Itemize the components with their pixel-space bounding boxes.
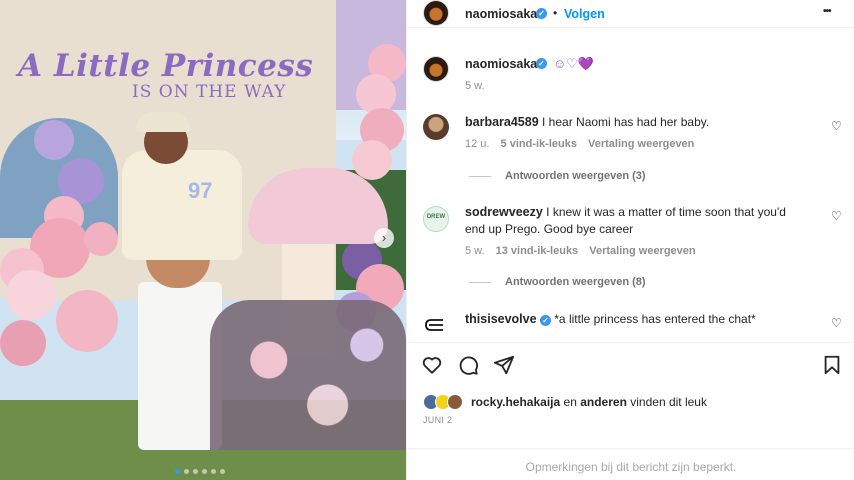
carousel-dot <box>202 469 207 474</box>
balloon <box>6 270 56 320</box>
comment-body: thisisevolve ✓ *a little princess has en… <box>465 311 756 328</box>
view-replies-label: Antwoorden weergeven (8) <box>505 276 646 288</box>
verified-icon: ✓ <box>536 58 547 69</box>
flower-arrangement <box>210 300 406 450</box>
likes-text: rocky.hehakaija en anderen vinden dit le… <box>471 395 707 409</box>
balloon <box>34 120 74 160</box>
likes-others[interactable]: anderen <box>580 395 627 409</box>
separator-dot: • <box>553 6 558 20</box>
carousel-dots <box>175 469 225 474</box>
post-header: naomiosaka ✓ • Volgen ••• <box>407 0 854 28</box>
comment-meta: 12 u. 5 vind-ik-leuks Vertaling weergeve… <box>465 138 694 150</box>
post-panel: naomiosaka ✓ • Volgen ••• naomiosaka ✓ ☺… <box>406 0 854 480</box>
follow-button[interactable]: Volgen <box>564 7 605 21</box>
caption-avatar[interactable] <box>423 56 449 82</box>
comment-avatar[interactable]: DREW <box>423 206 449 232</box>
balloon <box>0 320 46 366</box>
jersey-number: 97 <box>188 178 213 203</box>
caption-username[interactable]: naomiosaka <box>465 57 537 71</box>
comment-meta: 5 w. 13 vind-ik-leuks Vertaling weergeve… <box>465 245 696 257</box>
carousel-dot <box>193 469 198 474</box>
comment-body: barbara4589 I hear Naomi has had her bab… <box>465 114 709 131</box>
header-username[interactable]: naomiosaka <box>465 7 537 21</box>
comment-body: sodrewveezy I knew it was a matter of ti… <box>465 204 786 221</box>
comment-likes[interactable]: 5 vind-ik-leuks <box>501 138 577 150</box>
carousel-dot <box>211 469 216 474</box>
avatar-text: DREW <box>426 214 446 220</box>
carousel-dot <box>184 469 189 474</box>
view-replies-label: Antwoorden weergeven (3) <box>505 170 646 182</box>
comment-time[interactable]: 12 u. <box>465 138 489 150</box>
comment-avatar[interactable] <box>423 312 449 338</box>
more-options-icon[interactable]: ••• <box>823 6 831 17</box>
sign-line-1: A Little Princess <box>18 48 314 84</box>
person-cap <box>136 112 190 132</box>
carousel-dot <box>220 469 225 474</box>
comments-restricted-notice: Opmerkingen bij dit bericht zijn beperkt… <box>407 448 854 480</box>
translate-button[interactable]: Vertaling weergeven <box>589 245 695 257</box>
comment-text: *a little princess has entered the chat* <box>554 312 756 326</box>
reply-line <box>469 281 491 283</box>
balloon <box>352 140 392 180</box>
bookmark-icon[interactable] <box>821 354 843 376</box>
post-photo[interactable]: A Little Princess IS ON THE WAY 97 › <box>0 0 406 480</box>
view-replies-button[interactable]: Antwoorden weergeven (8) <box>469 276 646 288</box>
comment-like-icon[interactable]: ♡ <box>831 316 842 330</box>
comment-username[interactable]: sodrewveezy <box>465 205 543 219</box>
likes-suffix: vinden dit leuk <box>630 395 707 409</box>
likes-and: en <box>563 395 577 409</box>
share-icon[interactable] <box>493 354 515 376</box>
comment-text: I hear Naomi has had her baby. <box>542 115 710 129</box>
avatar[interactable] <box>423 0 449 26</box>
post-date[interactable]: JUNI 2 <box>423 415 452 425</box>
heart-icon[interactable] <box>421 354 443 376</box>
caption-time[interactable]: 5 w. <box>465 80 485 92</box>
evolve-logo-icon <box>425 319 443 331</box>
next-photo-button[interactable]: › <box>374 228 394 248</box>
comment-time[interactable]: 5 w. <box>465 245 485 257</box>
comment-avatar[interactable] <box>423 114 449 140</box>
likes-row: rocky.hehakaija en anderen vinden dit le… <box>423 394 843 412</box>
carousel-dot <box>175 469 180 474</box>
verified-icon: ✓ <box>539 315 551 326</box>
comment-text-line-2: end up Prego. Good bye career <box>465 222 634 236</box>
liker-username[interactable]: rocky.hehakaija <box>471 395 560 409</box>
comment-username[interactable]: thisisevolve <box>465 312 537 326</box>
balloon <box>84 222 118 256</box>
person-top <box>122 150 242 260</box>
reply-line <box>469 175 491 177</box>
comment-likes[interactable]: 13 vind-ik-leuks <box>496 245 579 257</box>
comment-like-icon[interactable]: ♡ <box>831 209 842 223</box>
comment-text: I knew it was a matter of time soon that… <box>546 205 786 219</box>
comment-like-icon[interactable]: ♡ <box>831 119 842 133</box>
translate-button[interactable]: Vertaling weergeven <box>588 138 694 150</box>
view-replies-button[interactable]: Antwoorden weergeven (3) <box>469 170 646 182</box>
comment-icon[interactable] <box>457 354 479 376</box>
liker-avatar[interactable] <box>447 394 463 410</box>
sign-line-2: IS ON THE WAY <box>132 82 287 102</box>
balloon <box>56 290 118 352</box>
comment-username[interactable]: barbara4589 <box>465 115 539 129</box>
caption-emojis: ☺♡💜 <box>553 56 595 71</box>
verified-icon: ✓ <box>536 8 547 19</box>
